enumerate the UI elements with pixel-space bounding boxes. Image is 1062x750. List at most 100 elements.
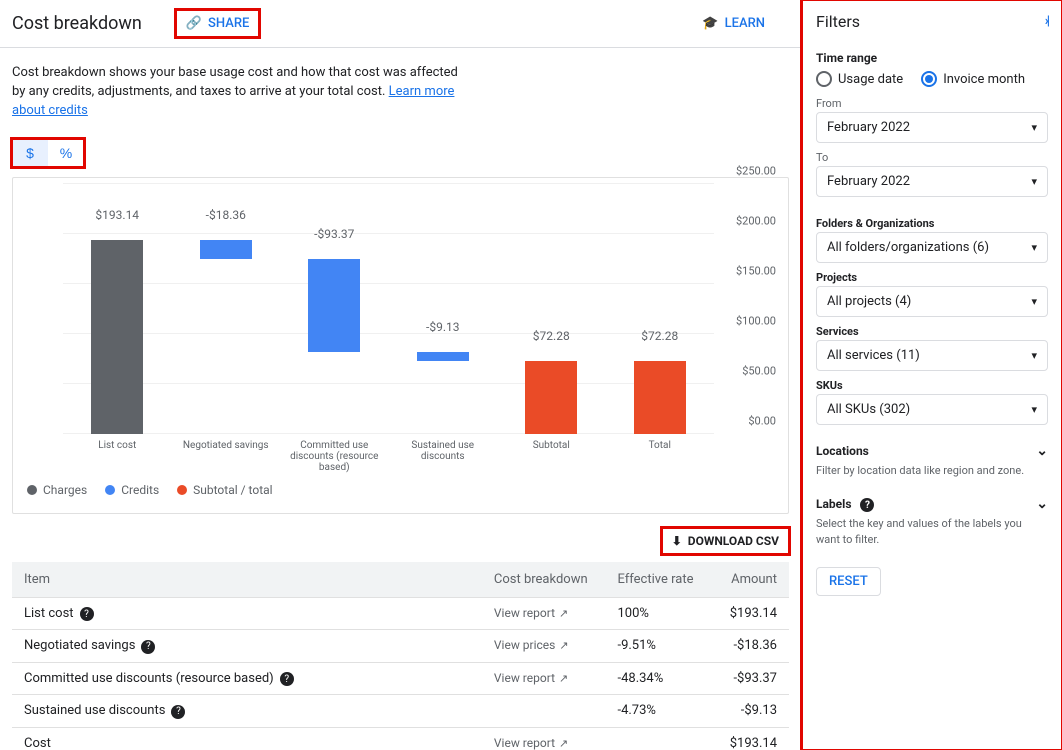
breakdown-table: Item Cost breakdown Effective rate Amoun… [12,562,789,750]
bar-label: $72.28 [497,329,606,343]
locations-section[interactable]: Locations [816,443,1048,459]
filters-title: Filters [816,12,860,31]
item-name: List cost [24,606,74,621]
view-link[interactable]: View report [494,736,568,750]
download-csv-button[interactable]: ⬇ DOWNLOAD CSV [662,528,789,554]
dollar-toggle[interactable]: $ [12,139,48,167]
caret-down-icon [1031,348,1037,363]
x-tick: List cost [63,440,172,473]
to-label: To [816,151,1048,164]
page-title: Cost breakdown [12,13,142,34]
col-item: Item [12,562,482,598]
page-header: Cost breakdown 🔗 SHARE 🎓 LEARN [0,0,801,48]
chevron-down-icon [1036,496,1048,512]
item-name: Sustained use discounts [24,703,165,718]
col-rate: Effective rate [605,562,710,598]
chart: $0.00$50.00$100.00$150.00$200.00$250.00$… [12,177,789,514]
view-link[interactable]: View report [494,671,568,685]
y-tick: $200.00 [736,214,776,227]
legend-item: Credits [105,483,159,497]
collapse-panel-icon[interactable] [1045,14,1048,29]
projects-dropdown[interactable]: All projects (4) [816,286,1048,317]
download-label: DOWNLOAD CSV [688,534,779,548]
table-row: Cost View report $193.14 [12,727,789,750]
y-tick: $150.00 [736,264,776,277]
labels-desc: Select the key and values of the labels … [816,516,1048,547]
services-dropdown[interactable]: All services (11) [816,340,1048,371]
learn-button[interactable]: 🎓 LEARN [692,10,775,37]
radio-usage-label: Usage date [838,72,903,87]
folders-label: Folders & Organizations [816,217,1048,230]
x-tick: Subtotal [497,440,606,473]
bar [634,361,686,433]
amount-cell: -$9.13 [710,695,789,728]
radio-icon [921,71,937,87]
services-value: All services (11) [827,348,920,363]
projects-value: All projects (4) [827,294,911,309]
amount-cell: $193.14 [710,727,789,750]
labels-section[interactable]: Labels ? [816,496,1048,512]
legend-dot-icon [105,485,115,495]
external-link-icon [559,638,568,652]
from-label: From [816,97,1048,110]
external-link-icon [559,606,568,620]
labels-label: Labels [816,497,851,511]
table-row: List cost? View report 100%$193.14 [12,597,789,630]
y-tick: $0.00 [748,414,776,427]
help-icon[interactable]: ? [860,498,874,512]
radio-usage-date[interactable]: Usage date [816,71,903,87]
bar [308,259,360,352]
caret-down-icon [1031,402,1037,417]
description: Cost breakdown shows your base usage cos… [12,64,462,121]
folders-dropdown[interactable]: All folders/organizations (6) [816,232,1048,263]
filters-panel: Filters Time range Usage date Invoice mo… [802,0,1062,750]
x-tick: Sustained use discounts [389,440,498,473]
col-amount: Amount [710,562,789,598]
view-link[interactable]: View report [494,606,568,620]
caret-down-icon [1031,294,1037,309]
radio-icon [816,71,832,87]
amount-cell: $193.14 [710,597,789,630]
table-row: Committed use discounts (resource based)… [12,662,789,695]
share-button[interactable]: 🔗 SHARE [176,10,260,37]
x-tick: Committed use discounts (resource based) [280,440,389,473]
folders-value: All folders/organizations (6) [827,240,989,255]
y-tick: $50.00 [742,364,776,377]
percent-toggle[interactable]: % [48,139,84,167]
amount-cell: -$93.37 [710,662,789,695]
view-link[interactable]: View prices [494,638,569,652]
radio-invoice-month[interactable]: Invoice month [921,71,1025,87]
chevron-down-icon [1036,443,1048,459]
skus-dropdown[interactable]: All SKUs (302) [816,394,1048,425]
bar-label: -$9.13 [389,320,498,334]
item-name: Negotiated savings [24,638,135,653]
rate-cell: 100% [605,597,710,630]
to-dropdown[interactable]: February 2022 [816,166,1048,197]
share-label: SHARE [208,16,249,31]
bar [525,361,577,433]
help-icon[interactable]: ? [80,607,94,621]
rate-cell: -48.34% [605,662,710,695]
to-value: February 2022 [827,174,910,189]
legend-dot-icon [27,485,37,495]
rate-cell: -9.51% [605,630,710,663]
rate-cell: -4.73% [605,695,710,728]
item-name: Cost [24,736,51,750]
bar-label: -$93.37 [280,227,389,241]
external-link-icon [559,736,568,750]
amount-cell: -$18.36 [710,630,789,663]
x-tick: Negotiated savings [172,440,281,473]
skus-label: SKUs [816,379,1048,392]
projects-label: Projects [816,271,1048,284]
legend-item: Subtotal / total [177,483,272,497]
caret-down-icon [1031,120,1037,135]
help-icon[interactable]: ? [141,640,155,654]
bar-label: $72.28 [606,329,715,343]
from-value: February 2022 [827,120,910,135]
from-dropdown[interactable]: February 2022 [816,112,1048,143]
help-icon[interactable]: ? [171,705,185,719]
bar [91,240,143,433]
item-name: Committed use discounts (resource based) [24,671,274,686]
reset-button[interactable]: RESET [816,567,881,596]
help-icon[interactable]: ? [280,672,294,686]
